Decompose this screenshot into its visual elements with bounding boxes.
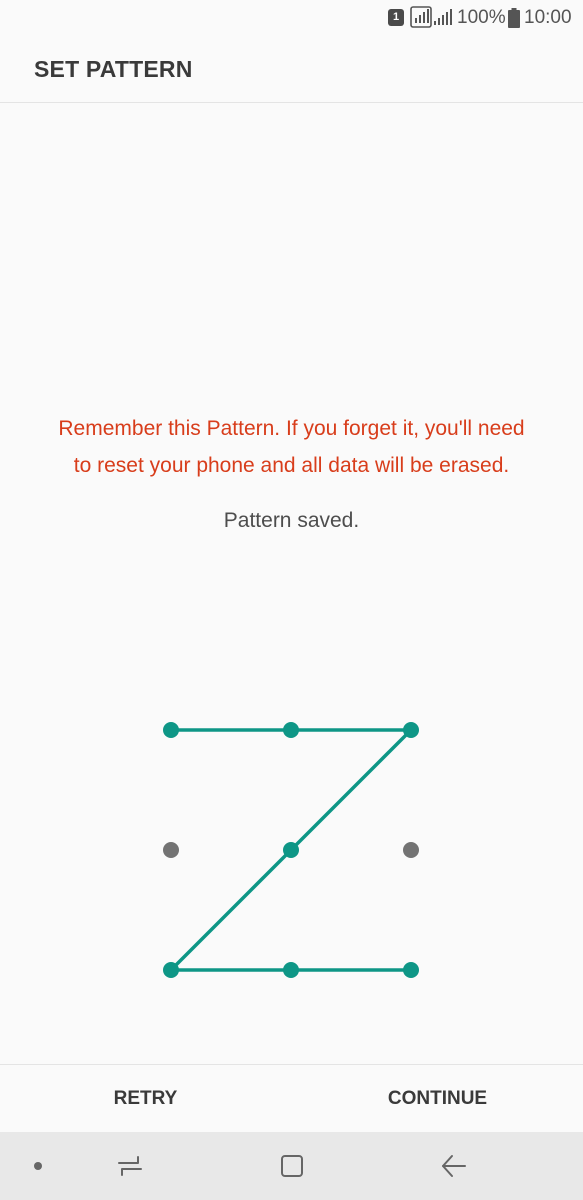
sim-card-icon: 1 xyxy=(388,9,404,26)
set-pattern-screen: 1 100% 10:00 SET PATTERN Remember this P… xyxy=(0,0,583,1200)
navigation-bar xyxy=(0,1132,583,1200)
pattern-dot-8[interactable] xyxy=(283,962,299,978)
battery-icon xyxy=(508,8,520,28)
continue-button[interactable]: CONTINUE xyxy=(292,1065,583,1133)
signal-strength-icon xyxy=(434,9,452,25)
wifi-calling-icon xyxy=(410,6,432,28)
app-header: SET PATTERN xyxy=(0,36,583,103)
battery-percent: 100% xyxy=(457,7,506,28)
warning-message: Remember this Pattern. If you forget it,… xyxy=(20,410,563,484)
warning-line-2: to reset your phone and all data will be… xyxy=(73,454,510,477)
pattern-dot-1[interactable] xyxy=(163,722,179,738)
pattern-dot-6[interactable] xyxy=(403,842,419,858)
page-title: SET PATTERN xyxy=(34,56,193,82)
recent-apps-button[interactable] xyxy=(100,1132,160,1200)
button-bar: RETRY CONTINUE xyxy=(0,1064,583,1133)
pattern-lock-grid[interactable] xyxy=(0,0,583,1200)
recent-apps-icon xyxy=(118,1156,142,1176)
home-button[interactable] xyxy=(262,1132,322,1200)
pattern-dot-4[interactable] xyxy=(163,842,179,858)
retry-button[interactable]: RETRY xyxy=(0,1065,291,1133)
back-icon xyxy=(442,1155,466,1177)
warning-line-1: Remember this Pattern. If you forget it,… xyxy=(58,417,525,440)
pattern-dot-5[interactable] xyxy=(283,842,299,858)
pattern-dot-2[interactable] xyxy=(283,722,299,738)
dot-icon xyxy=(34,1162,42,1170)
pattern-dot-9[interactable] xyxy=(403,962,419,978)
clock: 10:00 xyxy=(524,7,572,28)
home-icon xyxy=(281,1155,303,1177)
status-bar: 1 100% 10:00 xyxy=(0,0,583,36)
pattern-status-text: Pattern saved. xyxy=(223,509,360,532)
pattern-dot-7[interactable] xyxy=(163,962,179,978)
back-button[interactable] xyxy=(424,1132,484,1200)
nav-dot-icon[interactable] xyxy=(8,1132,68,1200)
pattern-dot-3[interactable] xyxy=(403,722,419,738)
